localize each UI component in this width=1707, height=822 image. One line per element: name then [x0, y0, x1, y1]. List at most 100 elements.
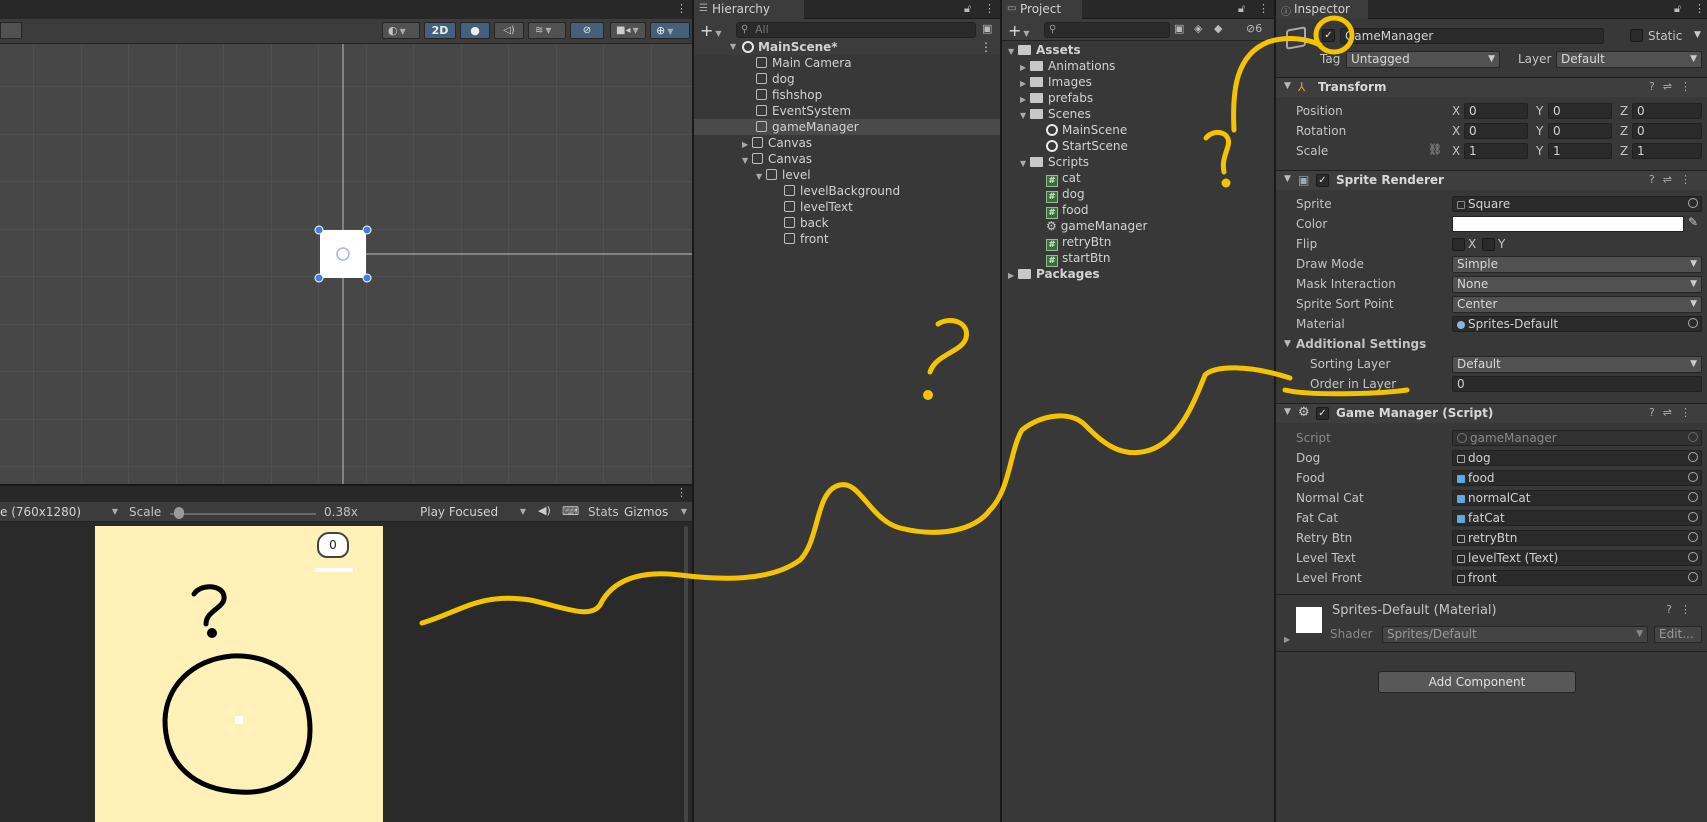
hierarchy-item[interactable]: back	[784, 215, 829, 231]
retry-btn-object-field[interactable]: retryBtn	[1452, 530, 1702, 546]
effects-dropdown[interactable]: ≋ ▼	[528, 22, 566, 39]
fold-arrow-icon[interactable]: ▼	[1284, 174, 1291, 184]
flip-y-checkbox[interactable]	[1482, 238, 1495, 251]
component-enabled-checkbox[interactable]: ✓	[1316, 174, 1329, 187]
sorting-layer-dropdown[interactable]: Default ▼	[1452, 356, 1702, 373]
more-icon[interactable]: ⋮	[1694, 2, 1705, 15]
resolution-dropdown[interactable]: e (760x1280) ▼	[0, 504, 122, 520]
position-y-field[interactable]: 0	[1548, 103, 1612, 119]
object-picker-icon[interactable]	[1688, 318, 1698, 328]
rect-tool-handles[interactable]	[312, 222, 374, 286]
expand-arrow-icon[interactable]: ▶	[1008, 268, 1018, 284]
hierarchy-item[interactable]: front	[784, 231, 829, 247]
game-viewport[interactable]: 0	[95, 526, 383, 822]
component-menu-icons[interactable]: ?⇌⋮	[1649, 406, 1699, 419]
project-asset[interactable]: # cat	[1046, 170, 1081, 187]
layer-dropdown[interactable]: Default ▼	[1556, 51, 1702, 68]
eyedropper-icon[interactable]: ✎	[1688, 215, 1698, 229]
active-checkbox[interactable]: ✓	[1322, 29, 1335, 42]
component-menu-icons[interactable]: ?⋮	[1666, 603, 1699, 616]
expand-arrow-icon[interactable]: ▼	[742, 153, 752, 169]
food-object-field[interactable]: food	[1452, 470, 1702, 486]
hierarchy-item[interactable]: levelBackground	[784, 183, 900, 199]
play-focused-dropdown[interactable]: Play Focused ▼	[420, 504, 530, 520]
scene-visibility-icon[interactable]: ▣	[982, 22, 992, 35]
camera-dropdown[interactable]: ■◂ ▼	[610, 22, 646, 39]
fold-arrow-icon[interactable]: ▼	[1284, 339, 1291, 349]
lock-icon[interactable]: 🔓︎	[1238, 2, 1245, 16]
scale-slider-thumb[interactable]	[174, 507, 184, 519]
sprite-sort-point-dropdown[interactable]: Center ▼	[1452, 296, 1702, 313]
project-asset[interactable]: MainScene	[1046, 122, 1127, 138]
audio-toggle[interactable]: ◁)	[494, 22, 524, 39]
hierarchy-item[interactable]: Main Camera	[756, 55, 852, 71]
static-checkbox[interactable]	[1630, 29, 1643, 42]
project-asset[interactable]: # food	[1046, 202, 1089, 219]
project-asset[interactable]: # startBtn	[1046, 250, 1111, 267]
scale-x-field[interactable]: 1	[1464, 143, 1528, 159]
more-icon[interactable]: ⋮	[676, 486, 687, 499]
mute-audio-icon[interactable]: ◀)	[538, 504, 551, 517]
project-folder[interactable]: ▼ Scripts	[1020, 154, 1089, 170]
search-scope-icon[interactable]: ▣	[1174, 22, 1184, 35]
visibility-toggle[interactable]: ⊘	[570, 22, 604, 39]
position-z-field[interactable]: 0	[1632, 103, 1702, 119]
keyboard-icon[interactable]: ⌨	[562, 504, 579, 518]
hierarchy-item[interactable]: fishshop	[756, 87, 822, 103]
expand-arrow-icon[interactable]: ▼	[730, 39, 740, 55]
scale-y-field[interactable]: 1	[1548, 143, 1612, 159]
game-scrollbar[interactable]	[684, 526, 688, 822]
rotation-x-field[interactable]: 0	[1464, 123, 1528, 139]
project-asset[interactable]: # retryBtn	[1046, 234, 1111, 251]
hierarchy-item[interactable]: ▶ Canvas	[742, 135, 812, 151]
more-icon[interactable]: ⋮	[676, 2, 687, 15]
gizmos-dropdown[interactable]: Gizmos ▼	[624, 504, 690, 520]
hierarchy-item[interactable]: levelText	[784, 199, 853, 215]
scene-row[interactable]: ▼ MainScene* ⋮	[694, 39, 1000, 55]
hierarchy-item[interactable]: ▼ level	[756, 167, 811, 183]
material-object-field[interactable]: Sprites-Default	[1452, 316, 1702, 332]
sprite-renderer-header[interactable]: ▼ ▣ ✓ Sprite Renderer ?⇌⋮	[1276, 170, 1707, 190]
filter-type-icon[interactable]: ◈	[1194, 22, 1202, 35]
scale-z-field[interactable]: 1	[1632, 143, 1702, 159]
object-picker-icon[interactable]	[1688, 512, 1698, 522]
project-asset[interactable]: ⚙ gameManager	[1046, 218, 1147, 234]
fold-arrow-icon[interactable]: ▶	[1284, 635, 1290, 644]
tab-inspector[interactable]: ⓘ Inspector	[1276, 0, 1368, 19]
add-component-button[interactable]: Add Component	[1378, 671, 1576, 693]
object-picker-icon[interactable]	[1688, 472, 1698, 482]
expand-arrow-icon[interactable]: ▼	[1008, 44, 1018, 60]
game-manager-header[interactable]: ▼ ⚙ ✓ Game Manager (Script) ?⇌⋮	[1276, 403, 1707, 423]
order-in-layer-field[interactable]: 0	[1452, 376, 1702, 392]
static-dropdown-arrow[interactable]: ▼	[1694, 30, 1701, 40]
mode-2d-button[interactable]: 2D	[424, 22, 456, 39]
hierarchy-item[interactable]: ▼ Canvas	[742, 151, 812, 167]
object-name-field[interactable]: GameManager	[1340, 28, 1604, 44]
position-x-field[interactable]: 0	[1464, 103, 1528, 119]
tab-project[interactable]: ▭ Project	[1002, 0, 1082, 19]
object-picker-icon[interactable]	[1688, 492, 1698, 502]
dog-object-field[interactable]: dog	[1452, 450, 1702, 466]
project-folder[interactable]: ▼ Assets	[1008, 42, 1081, 58]
hierarchy-item-selected[interactable]: gameManager	[694, 119, 1000, 135]
object-picker-icon[interactable]	[1688, 572, 1698, 582]
project-folder[interactable]: ▶ Packages	[1008, 266, 1100, 282]
object-picker-icon[interactable]	[1688, 198, 1698, 208]
more-icon[interactable]: ⋮	[980, 39, 992, 55]
more-icon[interactable]: ⋮	[984, 2, 995, 15]
scale-slider-track[interactable]	[170, 513, 316, 515]
hierarchy-item[interactable]: dog	[756, 71, 795, 87]
link-icon[interactable]: ⛓	[1428, 143, 1442, 156]
create-button[interactable]: + ▼	[1008, 21, 1030, 40]
normal-cat-object-field[interactable]: normalCat	[1452, 490, 1702, 506]
mask-interaction-dropdown[interactable]: None ▼	[1452, 276, 1702, 293]
project-asset[interactable]: StartScene	[1046, 138, 1128, 154]
create-button[interactable]: + ▼	[700, 21, 722, 40]
component-menu-icons[interactable]: ?⇌⋮	[1649, 173, 1699, 186]
component-menu-icons[interactable]: ?⇌⋮	[1649, 80, 1699, 93]
sprite-object-field[interactable]: Square	[1452, 196, 1702, 212]
flip-x-checkbox[interactable]	[1452, 238, 1465, 251]
object-picker-icon[interactable]	[1688, 452, 1698, 462]
rotation-y-field[interactable]: 0	[1548, 123, 1612, 139]
project-search-input[interactable]: ⚲	[1044, 22, 1170, 38]
